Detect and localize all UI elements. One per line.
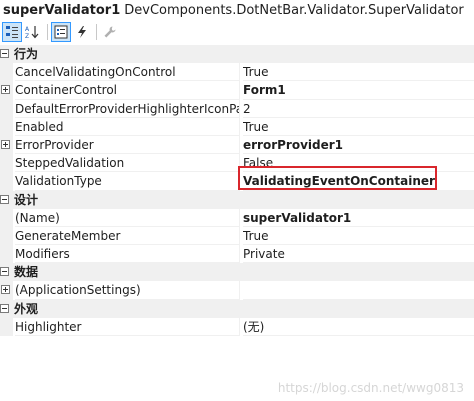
property-name[interactable]: GenerateMember	[15, 227, 239, 246]
collapse-icon[interactable]	[0, 194, 9, 204]
property-pages-button[interactable]	[100, 22, 120, 42]
property-value[interactable]: superValidator1	[243, 209, 474, 227]
row-margin	[0, 208, 13, 227]
property-row[interactable]: ErrorProvider errorProvider1	[0, 135, 474, 155]
row-margin	[0, 99, 13, 118]
watermark: https://blog.csdn.net/wwg0813	[277, 381, 464, 395]
property-row[interactable]: Modifiers Private	[0, 245, 474, 264]
column-divider[interactable]	[239, 81, 240, 100]
column-divider[interactable]	[239, 63, 240, 82]
property-name[interactable]: (Name)	[15, 209, 239, 227]
property-name[interactable]: SteppedValidation	[15, 154, 239, 173]
property-name[interactable]: Modifiers	[15, 245, 239, 264]
property-name[interactable]: ValidationType	[15, 172, 239, 191]
row-margin	[0, 154, 13, 173]
properties-button[interactable]	[51, 22, 71, 42]
property-row[interactable]: GenerateMember True	[0, 226, 474, 246]
property-value[interactable]: errorProvider1	[243, 136, 474, 155]
row-margin	[0, 117, 13, 136]
property-row[interactable]: Enabled True	[0, 117, 474, 136]
property-value[interactable]: True	[243, 118, 474, 136]
properties-icon	[54, 25, 68, 39]
events-lightning-icon	[78, 26, 86, 38]
column-divider[interactable]	[239, 245, 240, 264]
highlight-box	[238, 166, 437, 190]
category-row[interactable]: 数据	[0, 263, 474, 282]
column-divider[interactable]	[239, 226, 240, 246]
column-divider[interactable]	[239, 317, 240, 336]
category-row[interactable]: 外观	[0, 299, 474, 318]
categorized-button[interactable]	[2, 22, 22, 42]
expand-icon[interactable]	[1, 85, 10, 95]
property-value[interactable]: Form1	[243, 81, 474, 100]
row-margin	[0, 245, 13, 264]
column-divider[interactable]	[239, 117, 240, 136]
svg-text:A: A	[25, 26, 30, 33]
property-grid-header: superValidator1 DevComponents.DotNetBar.V…	[0, 0, 474, 20]
category-label: 行为	[14, 47, 39, 61]
property-name[interactable]: DefaultErrorProviderHighlighterIconPa	[15, 100, 239, 118]
category-label: 外观	[14, 301, 39, 316]
property-row[interactable]: DefaultErrorProviderHighlighterIconPa 2	[0, 99, 474, 118]
category-label: 数据	[14, 265, 39, 280]
property-name[interactable]: ContainerControl	[15, 81, 239, 100]
expand-icon[interactable]	[1, 139, 10, 149]
collapse-icon[interactable]	[0, 49, 9, 58]
property-row[interactable]: (Name) superValidator1	[0, 208, 474, 227]
property-pages-wrench-icon	[104, 26, 116, 38]
row-margin	[0, 226, 13, 246]
column-divider[interactable]	[239, 281, 240, 300]
property-value[interactable]: True	[243, 227, 474, 246]
column-divider[interactable]	[239, 208, 240, 227]
property-name[interactable]: Highlighter	[15, 318, 239, 336]
toolbar-separator	[47, 24, 48, 40]
property-name[interactable]: Enabled	[15, 118, 239, 136]
property-name[interactable]: (ApplicationSettings)	[15, 281, 239, 300]
toolbar-separator	[96, 24, 97, 40]
property-row[interactable]: Highlighter (无)	[0, 317, 474, 336]
property-value[interactable]: Private	[243, 245, 474, 264]
row-margin	[0, 63, 13, 82]
selected-object-type: DevComponents.DotNetBar.Validator.SuperV…	[124, 3, 464, 18]
property-name[interactable]: CancelValidatingOnControl	[15, 63, 239, 82]
category-label: 设计	[14, 192, 39, 207]
property-value[interactable]: True	[243, 63, 474, 82]
alphabetical-button[interactable]: A Z	[23, 22, 43, 42]
expand-icon[interactable]	[1, 285, 10, 295]
property-row[interactable]: (ApplicationSettings)	[0, 281, 474, 300]
category-row[interactable]: 行为	[0, 45, 474, 64]
events-button[interactable]	[72, 22, 92, 42]
collapse-icon[interactable]	[0, 303, 9, 313]
collapse-icon[interactable]	[0, 267, 9, 277]
property-value[interactable]: 2	[243, 100, 474, 118]
row-margin	[0, 172, 13, 191]
column-divider[interactable]	[239, 99, 240, 118]
property-row[interactable]: ContainerControl Form1	[0, 81, 474, 100]
property-row[interactable]: CancelValidatingOnControl True	[0, 63, 474, 82]
column-divider[interactable]	[239, 135, 240, 155]
alphabetical-icon: A Z	[25, 26, 39, 39]
svg-text:Z: Z	[25, 33, 29, 39]
category-row[interactable]: 设计	[0, 190, 474, 209]
categorized-icon	[6, 26, 18, 38]
property-value[interactable]: (无)	[243, 318, 474, 336]
property-grid: 行为 CancelValidatingOnControl True Contai…	[0, 45, 474, 336]
property-grid-toolbar: A Z	[0, 20, 474, 44]
property-value[interactable]	[243, 281, 474, 300]
property-name[interactable]: ErrorProvider	[15, 136, 239, 155]
selected-object-name: superValidator1	[3, 3, 121, 18]
row-margin	[0, 317, 13, 336]
